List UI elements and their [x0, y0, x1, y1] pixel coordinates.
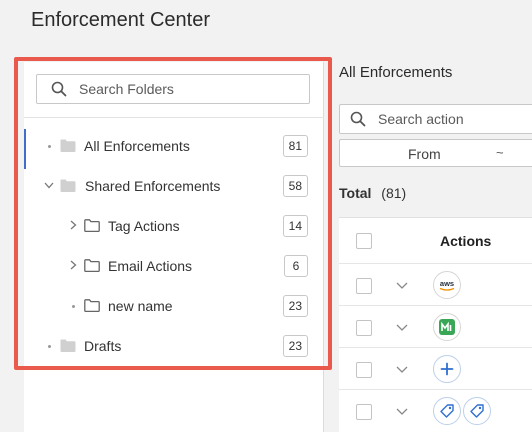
date-separator: ~: [496, 145, 504, 160]
bullet-icon: [48, 145, 51, 148]
folder-icon: [60, 139, 76, 152]
date-range-picker[interactable]: From ~: [339, 139, 532, 167]
search-icon: [350, 111, 366, 127]
chevron-down-icon[interactable]: [44, 182, 54, 189]
folder-item-tag-actions[interactable]: Tag Actions 14: [24, 206, 324, 246]
folder-item-all-enforcements[interactable]: All Enforcements 81: [24, 126, 324, 169]
section-title: All Enforcements: [339, 64, 453, 81]
bullet-icon: [48, 345, 51, 348]
chevron-right-icon[interactable]: [70, 220, 77, 230]
total-label: Total: [339, 185, 372, 201]
tag-icon: [433, 397, 461, 425]
folder-label: Shared Enforcements: [85, 178, 221, 194]
table-header: Actions: [339, 218, 532, 264]
count-badge: 23: [282, 335, 308, 357]
folder-label: All Enforcements: [84, 138, 190, 154]
divider: [24, 117, 324, 118]
aws-icon: aws: [433, 271, 461, 299]
action-search-placeholder: Search action: [378, 111, 464, 127]
folder-item-shared-enforcements[interactable]: Shared Enforcements 58: [24, 166, 324, 206]
table-row[interactable]: [339, 306, 532, 348]
date-from-label: From: [408, 146, 441, 162]
folder-outline-icon: [84, 259, 100, 272]
folder-label: Email Actions: [108, 258, 193, 274]
enforcements-table: Actions aws: [339, 217, 532, 432]
total-count: (81): [381, 185, 407, 201]
folder-outline-icon: [84, 299, 100, 312]
table-row[interactable]: aws: [339, 264, 532, 306]
table-row[interactable]: [339, 390, 532, 432]
count-badge: 58: [282, 175, 308, 197]
folder-label: Drafts: [84, 338, 122, 354]
column-header-actions: Actions: [440, 233, 492, 249]
folder-icon: [60, 179, 76, 192]
chevron-down-icon[interactable]: [396, 324, 408, 331]
select-all-checkbox[interactable]: [356, 233, 372, 249]
page-title: Enforcement Center: [31, 9, 210, 31]
bullet-icon: [72, 305, 75, 308]
count-badge: 6: [284, 255, 308, 277]
green-app-icon: [433, 313, 461, 341]
folder-label: new name: [108, 298, 173, 314]
chevron-down-icon[interactable]: [396, 366, 408, 373]
tag-icon: [463, 397, 491, 425]
chevron-right-icon[interactable]: [70, 260, 77, 270]
table-row[interactable]: [339, 348, 532, 390]
folder-item-email-actions[interactable]: Email Actions 6: [24, 246, 324, 286]
count-badge: 81: [282, 135, 308, 157]
row-checkbox[interactable]: [356, 404, 372, 420]
row-checkbox[interactable]: [356, 362, 372, 378]
folder-outline-icon: [84, 219, 100, 232]
search-icon: [51, 81, 67, 97]
folder-search-input[interactable]: [79, 81, 279, 97]
action-search-box[interactable]: Search action: [339, 104, 532, 134]
folder-item-new-name[interactable]: new name 23: [24, 286, 324, 326]
chevron-down-icon[interactable]: [396, 282, 408, 289]
folder-panel: All Enforcements 81 Shared Enforcements …: [24, 62, 324, 432]
row-checkbox[interactable]: [356, 278, 372, 294]
plus-icon: [433, 355, 461, 383]
folder-label: Tag Actions: [108, 218, 180, 234]
total-summary: Total (81): [339, 185, 406, 201]
count-badge: 23: [282, 295, 308, 317]
folder-search-box[interactable]: [36, 74, 310, 104]
folder-icon: [60, 339, 76, 352]
folder-item-drafts[interactable]: Drafts 23: [24, 326, 324, 366]
count-badge: 14: [282, 215, 308, 237]
row-checkbox[interactable]: [356, 320, 372, 336]
chevron-down-icon[interactable]: [396, 408, 408, 415]
svg-text:aws: aws: [440, 279, 454, 288]
